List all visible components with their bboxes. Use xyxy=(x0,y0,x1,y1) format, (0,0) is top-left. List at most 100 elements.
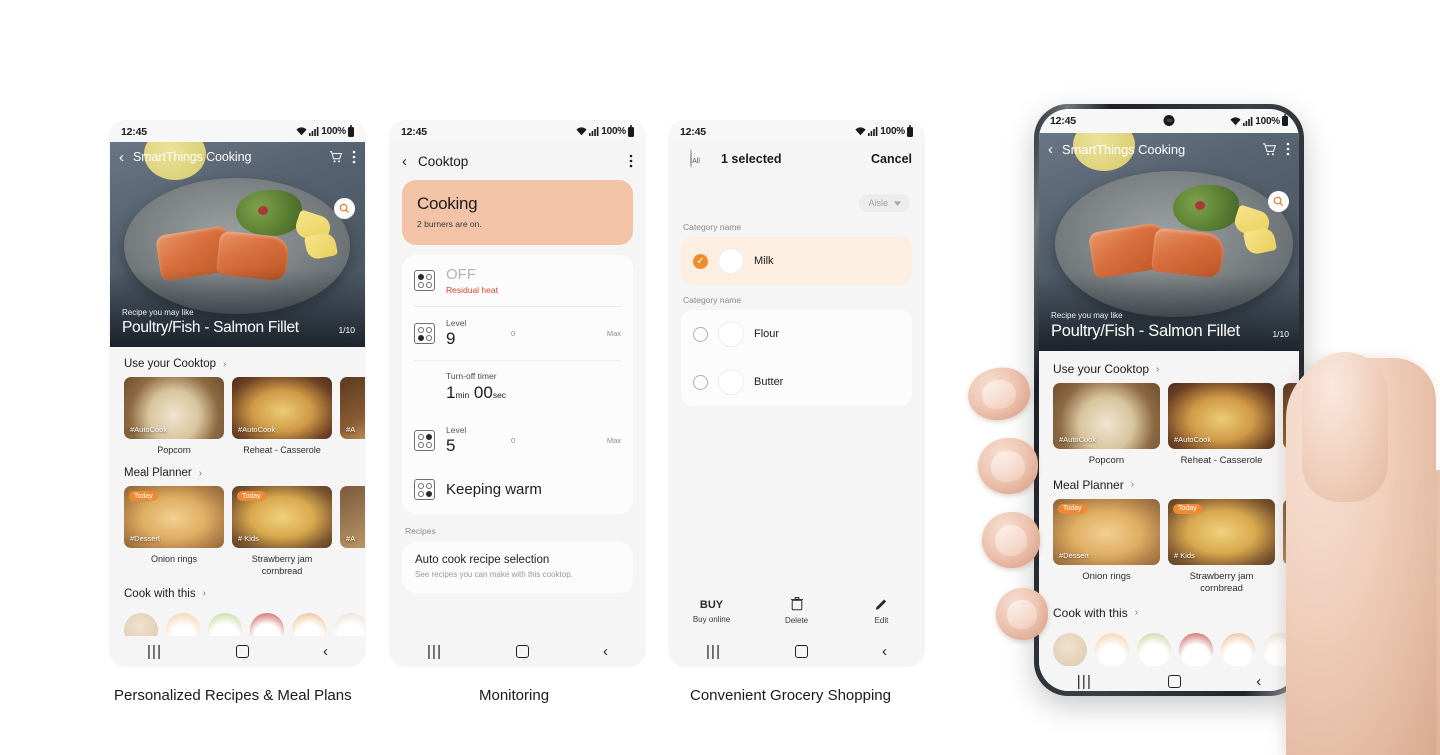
back-icon[interactable]: ‹ xyxy=(119,150,124,165)
recipe-card[interactable]: #AutoCook Popcorn xyxy=(124,377,224,456)
chevron-down-icon xyxy=(894,200,901,206)
section-header-cook-with-this[interactable]: Cook with this › xyxy=(1039,595,1299,627)
level-slider[interactable]: 0 Max xyxy=(511,436,621,445)
edit-action[interactable]: Edit xyxy=(839,598,924,625)
section-header-use-your-cooktop[interactable]: Use your Cooktop › xyxy=(1039,351,1299,383)
auto-cook-recipe-card[interactable]: Auto cook recipe selection See recipes y… xyxy=(402,542,633,593)
ingredient-avatar[interactable] xyxy=(1263,632,1297,667)
section-header-use-your-cooktop[interactable]: Use your Cooktop › xyxy=(110,347,365,377)
card-row-meal-planner[interactable]: Today #Dessert Onion rings Today # Kids … xyxy=(110,486,365,577)
recipe-caption: Strawberry jam cornbread xyxy=(1189,570,1254,594)
back-button[interactable]: ‹ xyxy=(882,644,887,659)
burner-row-level-9[interactable]: Level 9 0 Max xyxy=(414,306,621,360)
ingredient-avatar[interactable] xyxy=(1221,632,1255,667)
recipe-card[interactable]: Today #Dessert Onion rings xyxy=(124,486,224,577)
cancel-button[interactable]: Cancel xyxy=(871,150,912,166)
ingredient-avatar[interactable] xyxy=(1095,632,1129,667)
card-row-meal-planner[interactable]: Today #Dessert Onion rings Today # Kids … xyxy=(1039,498,1299,595)
ingredient-avatar[interactable] xyxy=(1053,632,1087,667)
recipe-card[interactable]: #AutoCook Reheat - Casserole xyxy=(232,377,332,456)
recipe-card-subtitle: See recipes you can make with this cookt… xyxy=(415,570,573,579)
cart-icon[interactable] xyxy=(329,150,343,164)
app-bar: ‹ Cooktop xyxy=(390,142,645,180)
recipe-thumbnail: #AutoCook xyxy=(1053,383,1160,449)
recipe-caption: Fire xyxy=(1283,571,1299,583)
back-icon[interactable]: ‹ xyxy=(402,153,407,170)
recipe-card[interactable]: Today # Kids Strawberry jam cornbread xyxy=(232,486,332,577)
slider-max-label: Max xyxy=(606,436,621,445)
burner-row-off[interactable]: OFF Residual heat xyxy=(414,255,621,306)
home-icon[interactable] xyxy=(1167,674,1181,688)
recipe-card[interactable]: #A xyxy=(340,377,365,456)
recipe-thumbnail: #AutoCook xyxy=(232,377,332,439)
recents-button[interactable]: ||| xyxy=(706,644,721,659)
section-header-meal-planner[interactable]: Meal Planner › xyxy=(110,456,365,486)
select-all-checkbox[interactable]: All xyxy=(681,149,709,168)
kebab-menu-icon[interactable] xyxy=(629,154,633,168)
level-slider[interactable]: 0 Max xyxy=(511,329,621,338)
section-header-meal-planner[interactable]: Meal Planner › xyxy=(1039,467,1299,499)
app-title: SmartThings Cooking xyxy=(1062,141,1186,157)
ingredient-avatar[interactable] xyxy=(1179,632,1213,667)
delete-action[interactable]: Delete xyxy=(754,596,839,625)
turn-off-timer-row[interactable]: Turn-off timer 1min 00sec xyxy=(414,360,621,414)
grocery-item-row[interactable]: Flour xyxy=(681,310,912,358)
aisle-filter-dropdown[interactable]: Aisle xyxy=(859,194,910,212)
system-nav-bar: ||| ‹ xyxy=(1039,666,1299,691)
recipe-card[interactable]: Today #Dessert Onion rings xyxy=(1053,498,1160,595)
burner-row-level-5[interactable]: Level 5 0 Max xyxy=(414,414,621,467)
phone4-screen: ‹ SmartThings Cooking Recipe you may lik… xyxy=(1039,133,1299,691)
item-checkbox[interactable] xyxy=(693,374,708,390)
action-label: Buy online xyxy=(692,615,731,624)
item-checkbox[interactable] xyxy=(693,326,708,342)
recipe-caption: Onion rings xyxy=(150,554,198,565)
trash-icon xyxy=(754,596,839,613)
item-checkbox-checked[interactable]: ✓ xyxy=(693,253,708,269)
app-title: SmartThings Cooking xyxy=(133,150,252,164)
search-icon[interactable] xyxy=(1268,191,1289,212)
phone-screenshot-monitoring: 12:45 100% ‹ Cooktop Cooking 2 burners a… xyxy=(390,121,645,666)
kebab-menu-icon[interactable] xyxy=(352,150,356,164)
cooking-status-banner[interactable]: Cooking 2 burners are on. xyxy=(402,180,633,245)
home-icon[interactable] xyxy=(236,644,250,658)
chevron-right-icon: › xyxy=(1130,479,1135,491)
section-header-cook-with-this[interactable]: Cook with this › xyxy=(110,577,365,607)
hero-kicker: Recipe you may like xyxy=(1051,311,1123,320)
back-button[interactable]: ‹ xyxy=(603,644,608,659)
phone4-display: 12:45 100% ‹ SmartThings Cooking Recipe … xyxy=(1039,109,1299,691)
battery-icon xyxy=(348,124,354,137)
section-title: Cook with this xyxy=(124,587,196,600)
recipe-card[interactable]: #A Fire xyxy=(340,486,365,577)
today-badge: Today xyxy=(129,491,158,502)
ingredient-circle-row[interactable] xyxy=(1039,627,1299,667)
buy-online-action[interactable]: BUY Buy online xyxy=(669,598,754,624)
kebab-menu-icon[interactable] xyxy=(1286,142,1290,156)
recents-button[interactable]: ||| xyxy=(147,644,162,659)
home-icon[interactable] xyxy=(795,644,809,658)
recipe-card[interactable]: Today # Kids Strawberry jam cornbread xyxy=(1168,498,1275,595)
status-time: 12:45 xyxy=(680,125,706,138)
card-row-cooktop[interactable]: #AutoCook Popcorn #AutoCook Reheat - Cas… xyxy=(1039,383,1299,467)
hero-recipe-image[interactable]: ‹ SmartThings Cooking Recipe you may lik… xyxy=(110,142,365,347)
burner-level-block: Level 5 xyxy=(446,425,500,456)
ingredient-avatar[interactable] xyxy=(1137,632,1171,667)
home-icon[interactable] xyxy=(516,644,530,658)
back-button[interactable]: ‹ xyxy=(323,644,328,659)
recents-button[interactable]: ||| xyxy=(1077,674,1092,689)
back-button[interactable]: ‹ xyxy=(1256,674,1261,689)
recipe-card[interactable]: #AutoCook Popcorn xyxy=(1053,383,1160,467)
search-icon[interactable] xyxy=(334,198,355,219)
hero-recipe-image[interactable]: ‹ SmartThings Cooking Recipe you may lik… xyxy=(1039,133,1299,351)
back-icon[interactable]: ‹ xyxy=(1048,142,1053,157)
slider-scale: 0 Max xyxy=(511,329,621,338)
grocery-item-row[interactable]: Butter xyxy=(681,358,912,406)
recipe-card[interactable]: #A xyxy=(1283,383,1299,467)
cart-icon[interactable] xyxy=(1262,142,1277,157)
recents-button[interactable]: ||| xyxy=(427,644,442,659)
recipe-card[interactable]: #A Fire xyxy=(1283,498,1299,595)
status-icons: 100% xyxy=(296,124,354,137)
keeping-warm-row[interactable]: Keeping warm xyxy=(414,467,621,514)
card-row-cooktop[interactable]: #AutoCook Popcorn #AutoCook Reheat - Cas… xyxy=(110,377,365,456)
grocery-item-row[interactable]: ✓ Milk xyxy=(681,237,912,285)
recipe-card[interactable]: #AutoCook Reheat - Casserole xyxy=(1168,383,1275,467)
